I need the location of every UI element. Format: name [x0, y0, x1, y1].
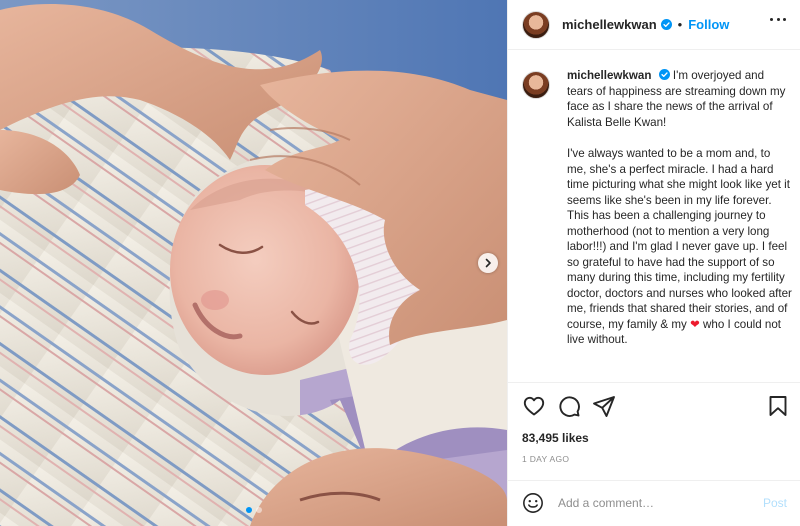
carousel-dot [255, 507, 262, 513]
comment-icon[interactable] [557, 394, 581, 418]
bookmark-icon[interactable] [766, 394, 790, 418]
post-caption: michellewkwan I'm overjoyed and tears of… [522, 68, 792, 380]
carousel-next-button[interactable] [478, 253, 498, 273]
follow-button[interactable]: Follow [688, 17, 729, 32]
add-comment-bar: Post [508, 480, 800, 526]
carousel-indicator [0, 507, 507, 513]
verified-badge-icon [658, 69, 670, 80]
chevron-right-icon [485, 258, 491, 268]
caption-username[interactable]: michellewkwan [567, 69, 651, 82]
baby-photo-illustration [0, 0, 507, 526]
caption-text: michellewkwan I'm overjoyed and tears of… [567, 68, 792, 348]
post-actions [508, 382, 800, 428]
author-username[interactable]: michellewkwan [562, 17, 657, 32]
carousel-dot-active [245, 507, 252, 513]
like-count[interactable]: 83,495 likes [522, 431, 589, 445]
instagram-post-view: michellewkwan • Follow michellewkwan I'm… [0, 0, 800, 526]
header-separator: • [677, 17, 683, 32]
emoji-icon[interactable] [522, 492, 544, 514]
post-timestamp[interactable]: 1 DAY AGO [522, 454, 569, 464]
more-options-icon[interactable] [770, 18, 786, 22]
post-comment-button[interactable]: Post [763, 496, 787, 510]
red-heart-emoji: ❤ [690, 317, 700, 331]
caption-author-avatar[interactable] [522, 71, 550, 99]
author-avatar[interactable] [522, 10, 550, 39]
post-header: michellewkwan • Follow [508, 0, 800, 50]
comment-input[interactable] [558, 494, 748, 512]
share-icon[interactable] [592, 394, 616, 418]
post-details-panel: michellewkwan • Follow michellewkwan I'm… [507, 0, 800, 526]
verified-badge-icon [660, 19, 672, 30]
heart-icon[interactable] [522, 394, 546, 418]
caption-paragraph-2: I've always wanted to be a mom and, to m… [567, 147, 792, 331]
post-photo[interactable] [0, 0, 507, 526]
